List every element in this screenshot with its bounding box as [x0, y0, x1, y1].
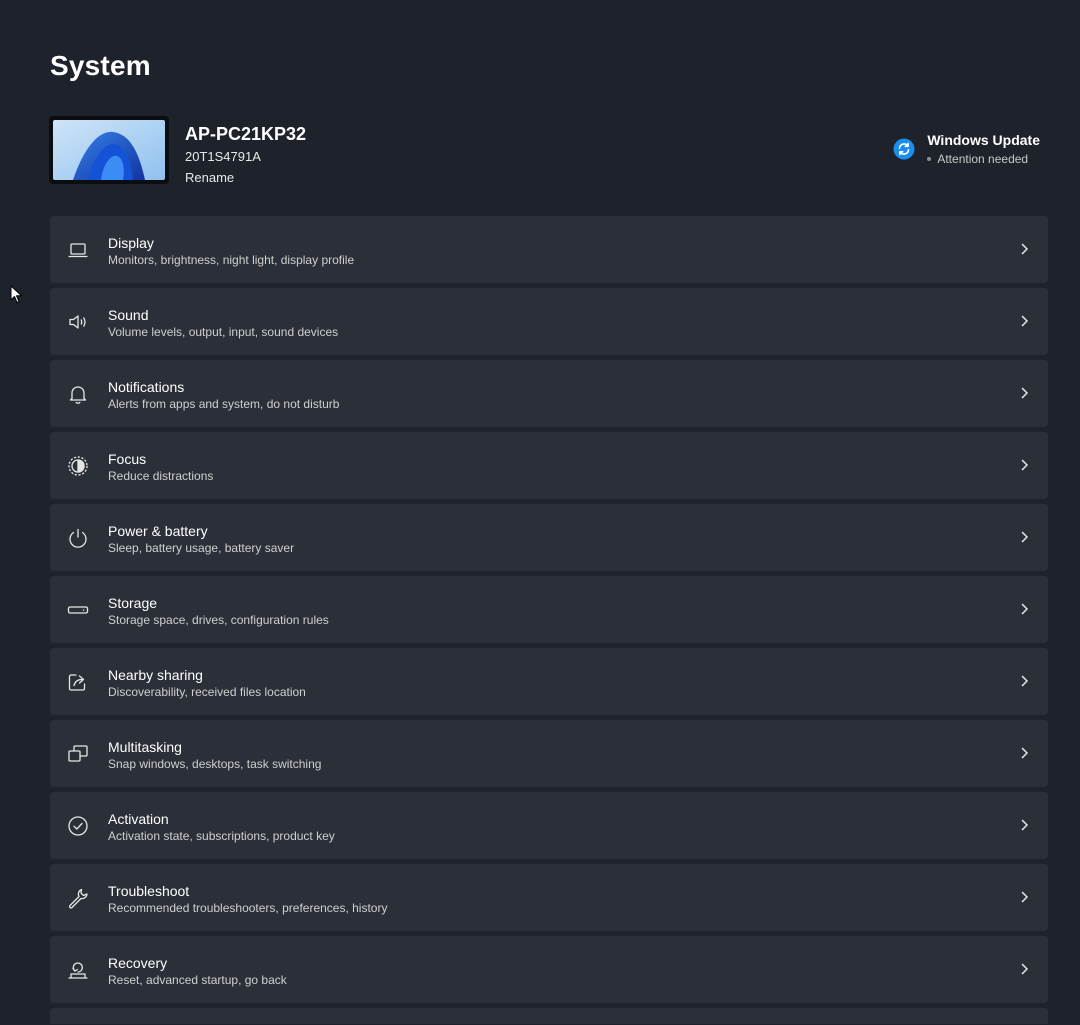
settings-item-title: Nearby sharing — [108, 667, 203, 683]
settings-item-subtitle: Activation state, subscriptions, product… — [108, 829, 335, 843]
settings-item-title: Multitasking — [108, 739, 182, 755]
settings-item-title: Focus — [108, 451, 147, 467]
windows-update-title: Windows Update — [927, 132, 1040, 148]
settings-item-subtitle: Reset, advanced startup, go back — [108, 973, 287, 987]
rename-link[interactable]: Rename — [185, 170, 234, 186]
page-title: System — [50, 50, 151, 81]
share-icon — [67, 671, 89, 693]
check-circle-icon — [67, 815, 89, 837]
chevron-right-icon — [1018, 746, 1030, 760]
focus-icon — [67, 455, 89, 477]
settings-item-sound[interactable]: Sound Volume levels, output, input, soun… — [50, 288, 1048, 355]
device-model: 20T1S4791A — [185, 149, 261, 164]
chevron-right-icon — [1018, 890, 1030, 904]
settings-item-partial[interactable] — [50, 1008, 1048, 1024]
chevron-right-icon — [1018, 386, 1030, 400]
settings-item-troubleshoot[interactable]: Troubleshoot Recommended troubleshooters… — [50, 864, 1048, 931]
settings-item-subtitle: Discoverability, received files location — [108, 685, 306, 699]
settings-item-title: Power & battery — [108, 523, 208, 539]
settings-item-title: Troubleshoot — [108, 883, 190, 899]
settings-item-title: Storage — [108, 595, 158, 611]
settings-item-subtitle: Snap windows, desktops, task switching — [108, 757, 322, 771]
settings-item-title: Recovery — [108, 955, 168, 971]
device-thumbnail — [49, 116, 169, 184]
settings-item-storage[interactable]: Storage Storage space, drives, configura… — [50, 576, 1048, 643]
settings-item-subtitle: Volume levels, output, input, sound devi… — [108, 325, 339, 339]
wrench-icon — [67, 887, 89, 909]
chevron-right-icon — [1018, 818, 1030, 832]
settings-item-activation[interactable]: Activation Activation state, subscriptio… — [50, 792, 1048, 859]
device-name: AP-PC21KP32 — [185, 124, 307, 144]
settings-item-notifications[interactable]: Notifications Alerts from apps and syste… — [50, 360, 1048, 427]
windows-update-status-text: Attention needed — [927, 152, 1040, 166]
chevron-right-icon — [1018, 314, 1030, 328]
settings-item-subtitle: Recommended troubleshooters, preferences… — [108, 901, 388, 915]
settings-item-subtitle: Sleep, battery usage, battery saver — [108, 541, 295, 555]
multitasking-icon — [67, 743, 89, 765]
settings-item-focus[interactable]: Focus Reduce distractions — [50, 432, 1048, 499]
laptop-icon — [67, 239, 89, 261]
settings-list: Display Monitors, brightness, night ligh… — [50, 216, 1048, 1024]
settings-item-subtitle: Monitors, brightness, night light, displ… — [108, 253, 355, 267]
mouse-cursor-icon — [10, 285, 24, 305]
wallpaper-image — [53, 120, 165, 180]
device-info: AP-PC21KP32 20T1S4791A Rename — [185, 123, 306, 187]
power-icon — [67, 527, 89, 549]
settings-item-title: Display — [108, 235, 154, 251]
sync-icon — [893, 138, 915, 160]
bell-icon — [67, 383, 89, 405]
status-dot-icon — [927, 157, 932, 161]
chevron-right-icon — [1018, 674, 1030, 688]
settings-item-multitasking[interactable]: Multitasking Snap windows, desktops, tas… — [50, 720, 1048, 787]
storage-icon — [67, 599, 89, 621]
chevron-right-icon — [1018, 530, 1030, 544]
chevron-right-icon — [1018, 458, 1030, 472]
settings-item-title: Notifications — [108, 379, 185, 395]
settings-item-display[interactable]: Display Monitors, brightness, night ligh… — [50, 216, 1048, 283]
settings-item-power-battery[interactable]: Power & battery Sleep, battery usage, ba… — [50, 504, 1048, 571]
chevron-right-icon — [1018, 602, 1030, 616]
windows-update-status[interactable]: Windows Update Attention needed — [893, 131, 1040, 166]
settings-item-subtitle: Storage space, drives, configuration rul… — [108, 613, 329, 627]
settings-item-title: Activation — [108, 811, 169, 827]
chevron-right-icon — [1018, 242, 1030, 256]
recovery-icon — [67, 959, 89, 981]
settings-item-subtitle: Alerts from apps and system, do not dist… — [108, 397, 340, 411]
speaker-icon — [67, 311, 89, 333]
settings-item-subtitle: Reduce distractions — [108, 469, 214, 483]
settings-item-recovery[interactable]: Recovery Reset, advanced startup, go bac… — [50, 936, 1048, 1003]
chevron-right-icon — [1018, 962, 1030, 976]
settings-item-nearby-sharing[interactable]: Nearby sharing Discoverability, received… — [50, 648, 1048, 715]
windows-update-status-label: Attention needed — [937, 152, 1029, 166]
settings-item-title: Sound — [108, 307, 149, 323]
